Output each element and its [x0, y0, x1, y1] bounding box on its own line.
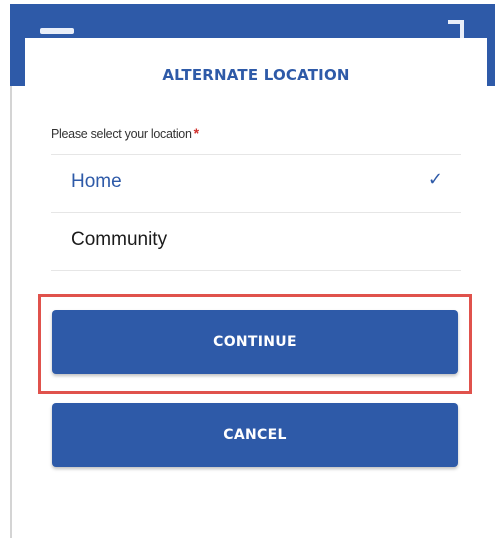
location-field-label-text: Please select your location: [51, 127, 192, 141]
alternate-location-dialog: ALTERNATE LOCATION Please select your lo…: [25, 38, 487, 538]
cancel-button[interactable]: CANCEL: [52, 403, 458, 467]
check-icon: ✓: [427, 169, 443, 189]
dialog-title: ALTERNATE LOCATION: [162, 66, 350, 84]
page-edge: [10, 86, 12, 538]
divider: [51, 270, 461, 271]
screen: ALTERNATE LOCATION Please select your lo…: [0, 0, 495, 538]
location-field-label: Please select your location *: [51, 125, 199, 141]
location-option-label: Community: [71, 229, 168, 250]
hamburger-icon[interactable]: [40, 28, 74, 34]
location-option-home[interactable]: Home ✓: [51, 155, 461, 211]
location-option-community[interactable]: Community: [51, 213, 461, 269]
required-marker: *: [193, 125, 199, 141]
location-option-label: Home: [71, 171, 122, 192]
continue-button[interactable]: CONTINUE: [52, 310, 458, 374]
